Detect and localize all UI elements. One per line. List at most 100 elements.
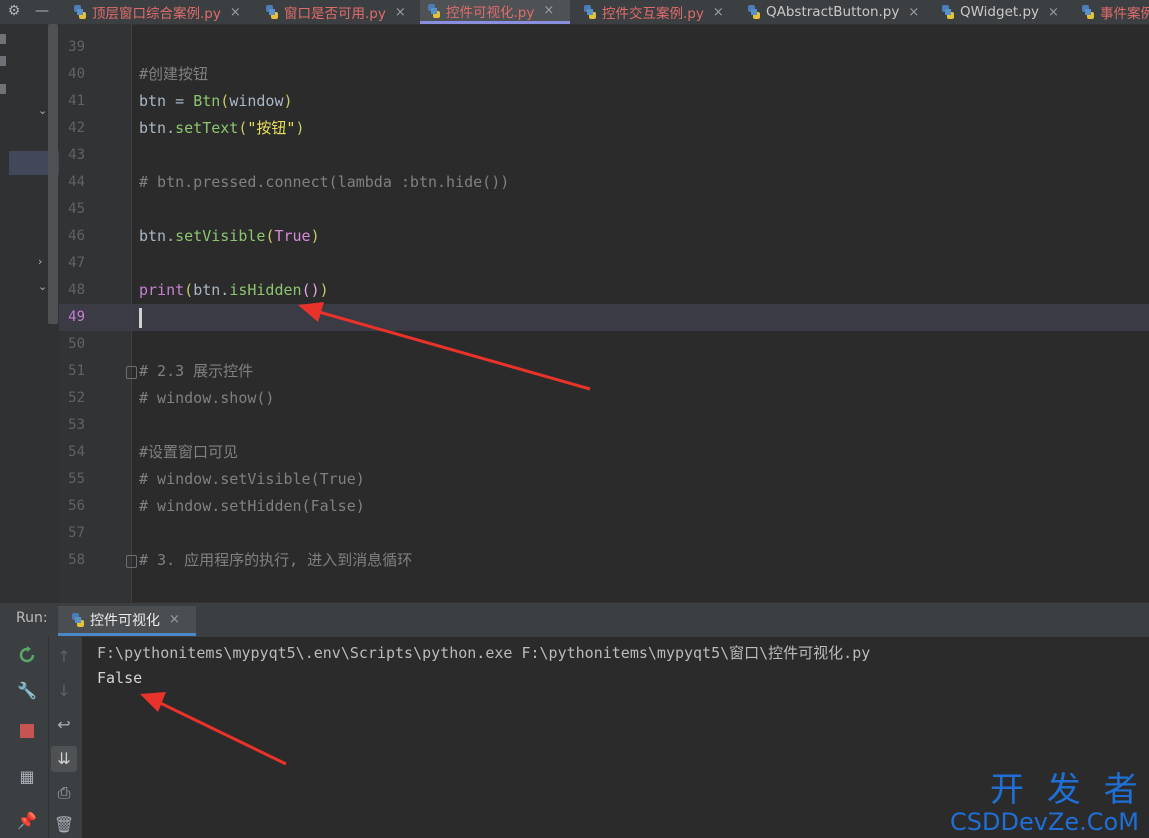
chevron-right-icon[interactable]: ›	[38, 255, 42, 268]
line-number: 50	[68, 336, 85, 352]
code-line-46[interactable]: btn.setVisible(True)	[139, 223, 320, 250]
run-config-tab[interactable]: 控件可视化 ×	[58, 606, 196, 636]
python-file-icon	[1080, 4, 1096, 20]
close-icon[interactable]: ×	[1048, 5, 1059, 20]
code-line-54[interactable]: #设置窗口可见	[139, 439, 238, 466]
rerun-icon[interactable]	[16, 646, 38, 668]
tab-label: QWidget.py	[960, 4, 1040, 20]
print-icon[interactable]: ⎙	[53, 782, 75, 804]
close-icon[interactable]: ×	[395, 5, 406, 20]
fold-marker-icon[interactable]	[126, 555, 137, 568]
line-number: 39	[68, 39, 85, 55]
code-line-42[interactable]: btn.setText("按钮")	[139, 115, 304, 142]
python-file-icon	[264, 4, 280, 20]
current-line-highlight	[59, 304, 1149, 331]
code-line-56[interactable]: # window.setHidden(False)	[139, 493, 365, 520]
settings-icon[interactable]: ⚙	[2, 0, 26, 24]
chevron-down-icon[interactable]: ⌄	[38, 280, 47, 293]
line-number: 46	[68, 228, 85, 244]
code-token: btn.	[139, 119, 176, 137]
line-number: 40	[68, 66, 85, 82]
code-token: btn.	[193, 281, 230, 299]
code-token: (	[220, 92, 230, 110]
code-line-51[interactable]: # 2.3 展示控件	[139, 358, 253, 385]
line-number: 52	[68, 390, 85, 406]
watermark-logo: 开 发 者 CSDDevZe.CoM	[950, 772, 1144, 836]
code-token: )	[283, 92, 293, 110]
line-number-current: 49	[68, 309, 85, 325]
python-file-icon	[72, 4, 88, 20]
line-number: 43	[68, 147, 85, 163]
run-tab-label: 控件可视化	[90, 612, 160, 629]
tab-qabstractbutton[interactable]: QAbstractButton.py ×	[740, 0, 930, 24]
tab-top-level-window[interactable]: 顶层窗口综合案例.py ×	[66, 0, 252, 24]
layout-icon[interactable]: ▦	[16, 766, 38, 788]
code-token: btn =	[139, 92, 194, 110]
line-number: 56	[68, 498, 85, 514]
tab-event-example[interactable]: 事件案例	[1074, 0, 1149, 24]
code-token: "按钮"	[247, 119, 296, 137]
line-number: 57	[68, 525, 85, 541]
scroll-to-end-icon[interactable]: ⇊	[51, 746, 77, 772]
console-output-line: False	[97, 669, 143, 687]
code-line-55[interactable]: # window.setVisible(True)	[139, 466, 365, 493]
chevron-down-icon[interactable]: ⌄	[38, 104, 47, 117]
run-label: Run:	[16, 610, 48, 626]
fold-marker-icon[interactable]	[126, 366, 137, 379]
wrench-icon[interactable]: 🔧	[16, 680, 38, 702]
toolbar-divider	[48, 637, 49, 838]
python-file-icon	[70, 612, 86, 628]
code-line-40[interactable]: #创建按钮	[139, 61, 208, 88]
line-number: 55	[68, 471, 85, 487]
arrow-down-icon[interactable]: ↓	[53, 680, 75, 702]
tab-widget-interaction[interactable]: 控件交互案例.py ×	[576, 0, 736, 24]
arrow-up-icon[interactable]: ↑	[53, 646, 75, 668]
code-line-41[interactable]: btn = Btn(window)	[139, 88, 293, 115]
stop-icon[interactable]	[16, 722, 38, 744]
code-token: )	[295, 119, 305, 137]
panel-handle	[0, 34, 6, 44]
tab-label: 控件交互案例.py	[602, 6, 704, 22]
code-line-48[interactable]: print(btn.isHidden())	[139, 277, 329, 304]
code-token: )	[310, 227, 320, 245]
pin-icon[interactable]: 📌	[16, 810, 38, 832]
close-icon[interactable]: ×	[230, 5, 241, 20]
code-line-58[interactable]: # 3. 应用程序的执行, 进入到消息循环	[139, 547, 412, 574]
code-line-44[interactable]: # btn.pressed.connect(lambda :btn.hide()…	[139, 169, 509, 196]
python-file-icon	[582, 4, 598, 20]
tab-label: 顶层窗口综合案例.py	[92, 6, 221, 22]
code-token: (	[184, 281, 194, 299]
code-token: window	[229, 92, 284, 110]
tab-window-enabled[interactable]: 窗口是否可用.py ×	[258, 0, 418, 24]
gutter-separator	[131, 24, 132, 602]
close-icon[interactable]: ×	[713, 5, 724, 20]
line-number: 45	[68, 201, 85, 217]
line-number: 51	[68, 363, 85, 379]
code-token: setText	[175, 119, 239, 137]
tab-qwidget[interactable]: QWidget.py ×	[934, 0, 1068, 24]
scrollbar-thumb[interactable]	[48, 24, 58, 324]
line-number: 47	[68, 255, 85, 271]
soft-wrap-icon[interactable]: ↩	[53, 714, 75, 736]
panel-handle	[0, 84, 6, 94]
tab-label: 控件可视化.py	[446, 4, 535, 21]
python-file-icon	[940, 4, 956, 20]
code-line-52[interactable]: # window.show()	[139, 385, 274, 412]
minimize-icon[interactable]: —	[30, 0, 54, 24]
text-caret	[139, 308, 142, 328]
python-file-icon	[426, 3, 442, 19]
code-token: print	[139, 281, 185, 299]
line-number: 58	[68, 552, 85, 568]
code-token: True	[274, 227, 311, 245]
close-icon[interactable]: ×	[169, 612, 180, 627]
close-icon[interactable]: ×	[543, 3, 554, 18]
line-number: 44	[68, 174, 85, 190]
close-icon[interactable]: ×	[908, 5, 919, 20]
code-token: setVisible	[175, 227, 266, 245]
tab-label: 窗口是否可用.py	[284, 6, 386, 22]
code-token: Btn	[193, 92, 221, 110]
trash-icon[interactable]: 🗑	[53, 814, 75, 836]
panel-handle	[0, 56, 6, 66]
tab-widget-visibility[interactable]: 控件可视化.py ×	[420, 0, 570, 24]
line-number: 42	[68, 120, 85, 136]
